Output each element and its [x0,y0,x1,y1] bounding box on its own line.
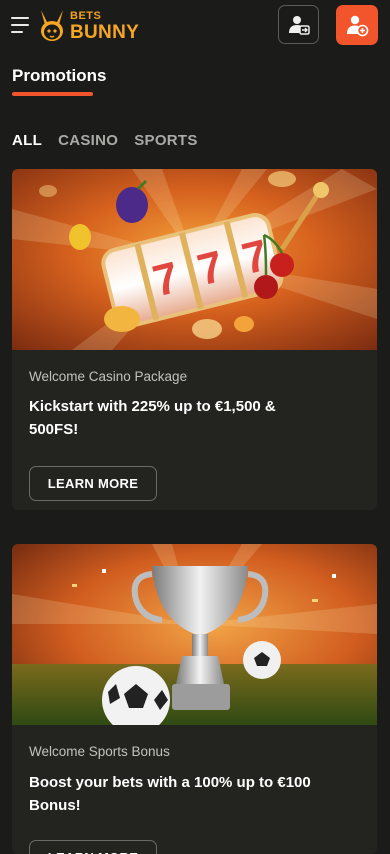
trophy-image [12,544,377,725]
bunny-logo-icon [41,10,63,41]
slot-machine-image: 7 7 7 [12,169,377,350]
tab-sports[interactable]: SPORTS [134,132,197,149]
learn-more-button[interactable]: LEARN MORE [29,466,157,501]
user-login-icon [288,15,310,35]
promo-headline: Boost your bets with a 100% up to €100 B… [29,774,311,814]
top-header: BETS BUNNY [0,0,390,52]
logo[interactable]: BETS BUNNY [36,8,140,44]
category-tabs: ALL CASINO SPORTS [12,132,214,149]
user-add-icon [347,15,369,37]
tab-casino[interactable]: CASINO [58,132,118,149]
page-title: Promotions [12,66,107,85]
promo-subtitle: Welcome Casino Package [29,369,188,384]
title-underline [12,92,93,96]
login-button[interactable] [278,5,319,44]
promo-card-casino: 7 7 7 Welcome Casino Package Kickstart w… [12,169,377,510]
hamburger-menu-icon[interactable] [11,15,33,35]
tab-all[interactable]: ALL [12,132,42,149]
learn-more-button[interactable]: LEARN MORE [29,840,157,854]
promo-headline: Kickstart with 225% up to €1,500 & 500FS… [29,398,276,438]
promo-card-sports: Welcome Sports Bonus Boost your bets wit… [12,544,377,854]
logo-text-bottom: BUNNY [70,22,140,43]
register-button[interactable] [336,5,378,45]
promo-subtitle: Welcome Sports Bonus [29,744,170,759]
logo-text-top: BETS [70,10,102,22]
